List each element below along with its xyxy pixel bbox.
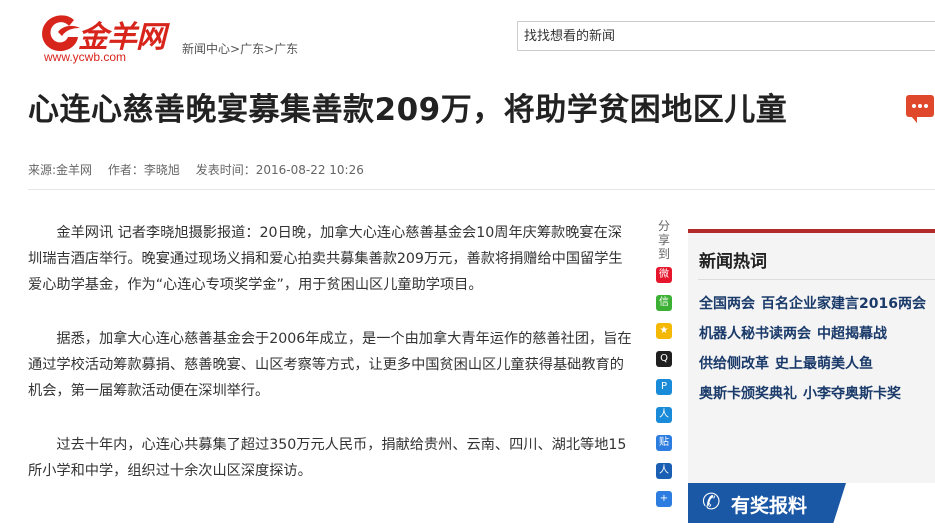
qq-icon[interactable]: Q — [656, 351, 672, 367]
hot-words-panel: 新闻热词 全国两会 百名企业家建言2016两会 机器人秘书读两会 中超揭幕战 供给侧… — [688, 229, 935, 493]
article-source: 来源:金羊网 — [28, 163, 93, 177]
wechat-icon[interactable]: 信 — [656, 295, 672, 311]
report-banner: ✆ 有奖报料 — [688, 483, 935, 529]
pengyou-icon[interactable]: P — [656, 379, 672, 395]
article-body: 金羊网讯 记者李晓旭摄影报道：20日晚，加拿大心连心慈善基金会10周年庆筹款晚宴… — [28, 220, 634, 512]
logo-mark-icon — [42, 15, 80, 52]
hot-word-link[interactable]: 小李夺奥斯卡奖 — [803, 386, 901, 402]
hot-words-title: 新闻热词 — [699, 252, 767, 272]
logo-url: www.ycwb.com — [44, 50, 127, 64]
article-meta: 来源:金羊网 作者：李晓旭 发表时间：2016-08-22 10:26 — [28, 161, 376, 178]
qzone-icon[interactable]: ★ — [656, 323, 672, 339]
hot-word-link[interactable]: 全国两会 — [699, 296, 755, 312]
tieba-icon[interactable]: 贴 — [656, 435, 672, 451]
article-author: 作者：李晓旭 — [107, 163, 180, 177]
hot-word-link[interactable]: 史上最萌美人鱼 — [775, 356, 873, 372]
people-icon[interactable]: 人 — [656, 463, 672, 479]
hot-word-link[interactable]: 百名企业家建言2016两会 — [761, 296, 926, 312]
hot-words-row: 奥斯卡颁奖典礼 小李夺奥斯卡奖 — [699, 383, 907, 403]
article-paragraph: 过去十年内，心连心共募集了超过350万元人民币，捐献给贵州、云南、四川、湖北等地… — [28, 437, 627, 479]
hot-words-row: 机器人秘书读两会 中超揭幕战 — [699, 323, 893, 343]
comment-icon[interactable] — [906, 95, 934, 123]
renren-icon[interactable]: 人 — [656, 407, 672, 423]
divider — [698, 279, 935, 280]
hot-words-row: 供给侧改革 史上最萌美人鱼 — [699, 353, 879, 373]
breadcrumb-separator: > — [230, 42, 241, 56]
article-paragraph: 金羊网讯 记者李晓旭摄影报道：20日晚，加拿大心连心慈善基金会10周年庆筹款晚宴… — [28, 225, 623, 293]
hot-word-link[interactable]: 供给侧改革 — [699, 356, 769, 372]
site-logo[interactable]: 金羊网 www.ycwb.com — [38, 8, 173, 66]
report-tip-label: 有奖报料 — [731, 495, 808, 517]
breadcrumb-news-center[interactable]: 新闻中心 — [182, 42, 230, 56]
share-label: 分享到 — [657, 219, 670, 261]
share-bar: 分享到 微信 ★ Q P 人贴人 + — [655, 219, 673, 519]
divider — [28, 189, 935, 190]
breadcrumb-guangdong[interactable]: 广东 — [240, 42, 264, 56]
breadcrumb-guangdong-current[interactable]: 广东 — [274, 42, 298, 56]
search-input[interactable] — [518, 22, 935, 50]
report-tip-button[interactable]: ✆ 有奖报料 — [688, 483, 846, 523]
more-icon[interactable]: + — [656, 491, 672, 507]
breadcrumb: 新闻中心>广东>广东 — [182, 40, 298, 57]
hot-word-link[interactable]: 奥斯卡颁奖典礼 — [699, 386, 797, 402]
article-published-time: 发表时间：2016-08-22 10:26 — [195, 163, 364, 177]
hot-word-link[interactable]: 中超揭幕战 — [817, 326, 887, 342]
hot-word-link[interactable]: 机器人秘书读两会 — [699, 326, 811, 342]
hot-words-row: 全国两会 百名企业家建言2016两会 — [699, 293, 932, 313]
article-title: 心连心慈善晚宴募集善款209万，将助学贫困地区儿童 — [28, 92, 788, 128]
phone-icon: ✆ — [702, 490, 721, 515]
weibo-icon[interactable]: 微 — [656, 267, 672, 283]
article-paragraph: 据悉，加拿大心连心慈善基金会于2006年成立，是一个由加拿大青年运作的慈善社团，… — [28, 331, 632, 399]
search-box — [517, 21, 935, 51]
breadcrumb-separator: > — [264, 42, 275, 56]
